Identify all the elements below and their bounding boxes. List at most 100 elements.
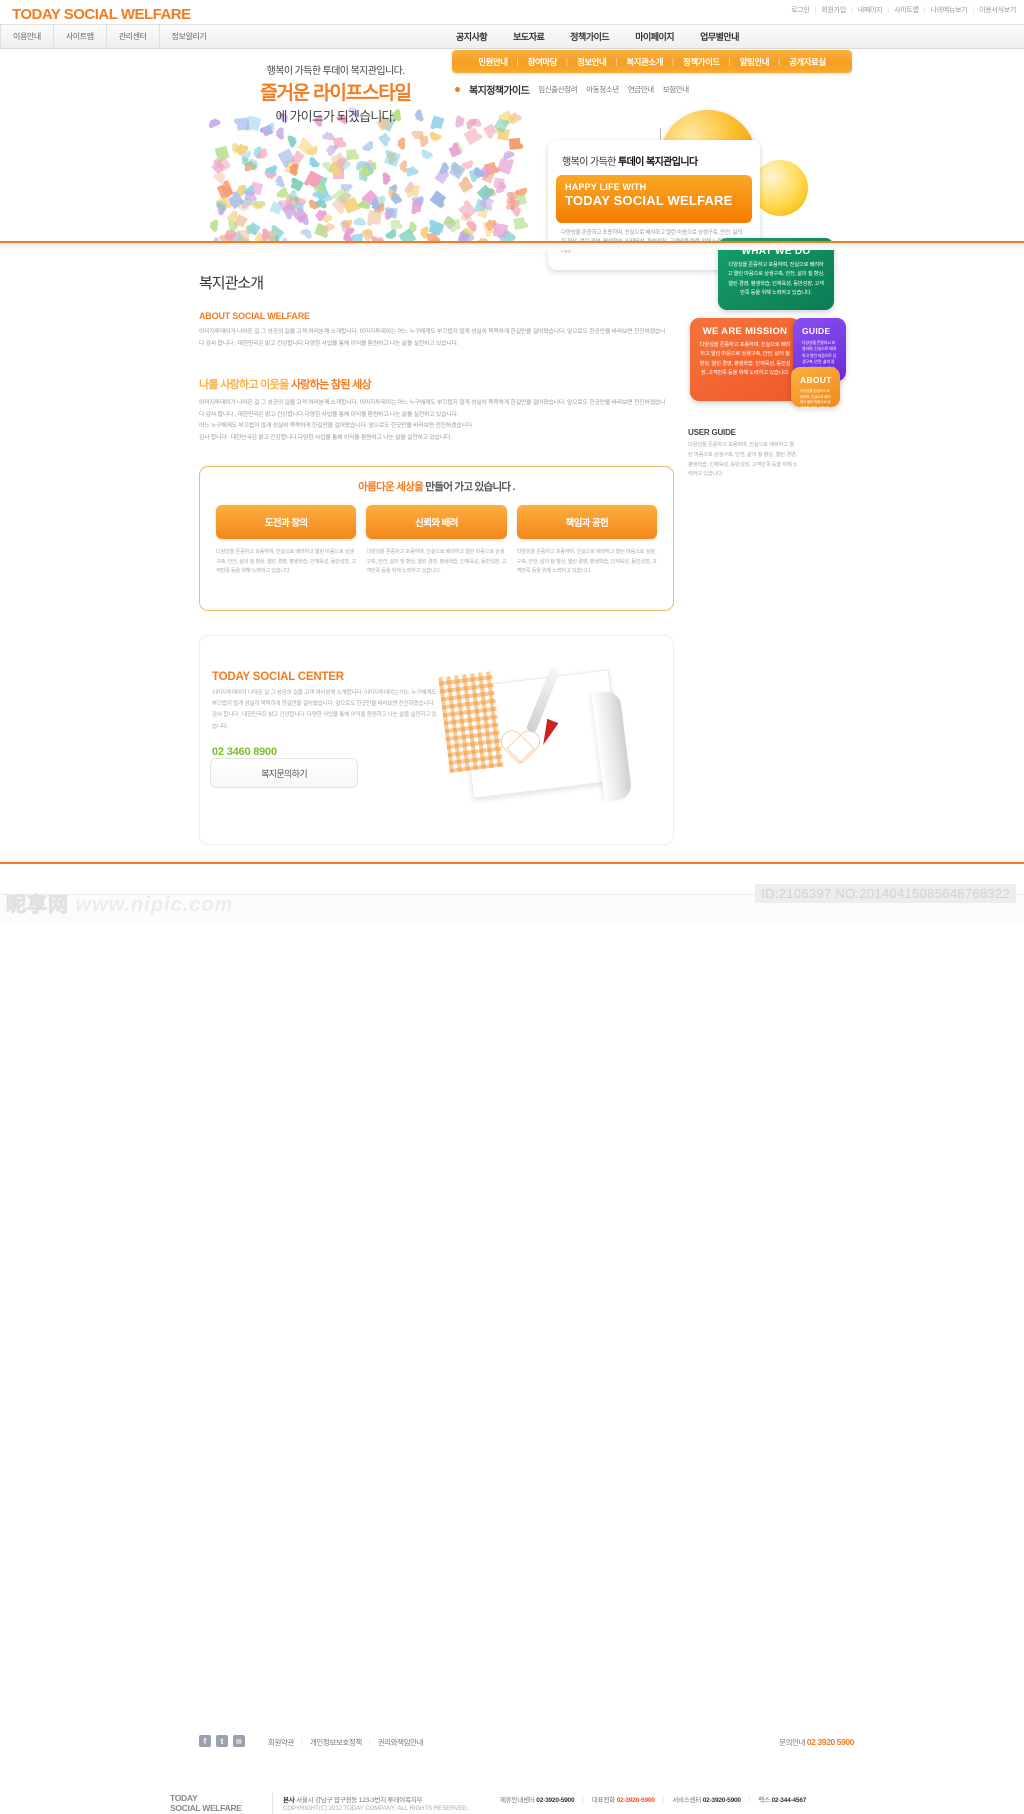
footer-info-separator: | [582,1795,584,1803]
heart-icon [455,116,465,126]
center-body: 이미지투데이가 나아온 길 그 성공의 길을 고객 여러분께 소개합니다. 이미… [212,690,437,730]
third-nav-item-3[interactable]: 보험안내 [663,84,689,95]
main-nav-item-4[interactable]: 업무별안내 [700,30,739,43]
values-title-bold: 아름다운 세상을 [358,481,424,493]
main-nav-item-0[interactable]: 공지사항 [456,30,488,43]
utility-link-5[interactable]: 이용서식보기 [979,5,1016,15]
heart-icon [228,212,236,220]
hero-line-1: 행복이 가득한 투데이 복지관입니다. [266,66,405,77]
values-title-rest: 만들어 가고 있습니다 . [423,481,515,493]
footer-info-item-1: 대표전화 02-3920-5900 [592,1794,655,1804]
third-nav-current[interactable]: 복지정책가이드 [469,82,530,97]
footer-info-label: 대표전화 [591,1797,617,1804]
sub-nav-item-5[interactable]: 알림안내 [740,56,770,68]
youtube-icon[interactable]: ▤ [233,1735,245,1747]
third-nav-item-2[interactable]: 연금안내 [628,84,654,95]
heart-icon [493,177,506,189]
section-heading-world: 나를 사랑하고 이웃을 사랑하는 참된 세상 [199,376,669,392]
inquiry-button[interactable]: 복지문의하기 [210,758,358,788]
heart-icon [493,223,508,239]
footer-info-value: 02-3920-5900 [536,1797,575,1804]
hero-card-orange-block: HAPPY LIFE WITH TODAY SOCIAL WELFARE [556,175,752,223]
social-icons: f t ▤ [199,1735,245,1747]
heart-icon [212,119,219,127]
heart-icon [253,201,259,207]
heart-icon [309,158,318,167]
main-nav-item-3[interactable]: 마이페이지 [635,30,674,43]
main-nav-item-2[interactable]: 정책가이드 [570,30,609,43]
hearts-illustration [150,109,550,242]
value-button-trust[interactable]: 신뢰와 배려 [366,505,507,539]
secondary-nav-item-0[interactable]: 이용안내 [0,25,54,48]
facebook-icon[interactable]: f [199,1735,211,1747]
promo-box-about[interactable]: ABOUT 다양성을 존중하고 포용하며, 진실으로 배려하고 열린 마음으로 … [791,367,840,415]
heart-icon [304,232,310,238]
utility-separator: | [923,6,926,14]
sub-nav-item-1[interactable]: 참여마당 [528,56,558,68]
value-desc: 다양성을 존중하고 포용하며, 진실으로 배려하고 열린 마음으로 상생구축, … [366,549,507,575]
heart-icon [386,229,397,240]
value-button-responsibility[interactable]: 책임과 공헌 [516,505,657,539]
footer-logo-line2: SOCIAL WELFARE [170,1802,242,1813]
heart-icon [267,166,275,174]
sub-nav-item-2[interactable]: 정보안내 [577,56,607,68]
utility-link-2[interactable]: 내페이지 [858,5,883,15]
footer-info-item-0: 제휴안내센터 02-3920-5900 [500,1794,575,1804]
heart-icon [226,233,234,241]
sub-nav-item-4[interactable]: 정책가이드 [683,56,720,68]
heart-icon [257,149,268,159]
heart-icon [326,134,333,140]
paper-curl [591,690,633,802]
secondary-nav-item-1[interactable]: 사이트맵 [54,25,107,48]
footer-address-label: 본사 [283,1797,295,1804]
footer-info-item-3: 팩스 02-344-4567 [758,1794,806,1804]
sub-nav-separator: | [565,57,568,66]
value-desc: 다양성을 존중하고 포용하며, 진실으로 배려하고 열린 마음으로 상생구축, … [216,549,356,575]
utility-link-3[interactable]: 사이트맵 [894,5,919,15]
heart-icon [377,132,391,146]
user-guide-body: 다양성을 존중하고 포용하며, 진실으로 배려하고 열린 마음으로 상생구축, … [688,442,798,478]
promo-box-body: 다양성을 존중하고 포용하며, 진실으로 배려하고 열린 마음으로 상생구축, … [727,262,825,296]
twitter-icon[interactable]: t [216,1735,228,1747]
heart-icon [391,219,401,230]
footer-link-2[interactable]: 권리와책임안내 [378,1737,424,1748]
footer-address: 본사 서울시 강남구 압구정동 123-3번지 투데이복지부 [283,1794,422,1804]
main-nav-item-1[interactable]: 보도자료 [513,30,545,43]
secondary-nav-item-3[interactable]: 정보알리기 [160,25,219,48]
heart-icon [289,166,298,174]
utility-link-1[interactable]: 회원가입 [821,5,846,15]
footer-info-label: 서비스센터 [672,1797,703,1804]
value-button-challenge[interactable]: 도전과 창의 [216,505,357,539]
footer-info-row: 제휴안내센터 02-3920-5900 | 대표전화 02-3920-5900 | 서비… [500,1794,806,1805]
section-body-about: 이미지투데이가 나아온 길 그 성공의 길을 고객 여러분께 소개합니다. 이미… [199,329,666,347]
footer-link-0[interactable]: 회원약관 [268,1737,294,1748]
heart-icon [405,165,417,177]
heart-icon [264,125,272,132]
utility-link-4[interactable]: 나의메뉴보기 [930,5,967,15]
user-guide-block: USER GUIDE 다양성을 존중하고 포용하며, 진실으로 배려하고 열린 … [688,428,798,480]
section-heading-about: ABOUT SOCIAL WELFARE [199,311,310,321]
heart-icon [399,140,406,147]
third-nav-item-0[interactable]: 임신출산장려 [538,84,577,95]
footer-info-separator: | [662,1795,665,1803]
footer-info-value: 02-344-4567 [771,1797,807,1804]
utility-separator: | [850,6,853,14]
secondary-nav-item-2[interactable]: 관리센터 [107,25,160,48]
third-nav: 복지정책가이드 임신출산장려 아동청소년 연금안내 보험안내 [455,82,689,97]
promo-box-body: 다양성을 존중하고 포용하며, 진실으로 배려하고 열린 마음으로 상생구축, … [800,389,831,416]
footer-link-1[interactable]: 개인정보보호정책 [310,1737,362,1748]
footer-address-value: 서울시 강남구 압구정동 123-3번지 투데이복지부 [296,1797,423,1804]
third-nav-item-1[interactable]: 아동청소년 [586,84,619,95]
utility-link-0[interactable]: 로그인 [791,5,810,15]
heart-icon [407,184,421,197]
heart-icon [464,233,471,240]
promo-box-we-are-mission[interactable]: WE ARE MISSION 다양성을 존중하고 포용하며, 진실으로 배려하고… [690,318,800,401]
sub-nav-item-3[interactable]: 복지관소개 [626,56,663,68]
sub-nav-item-6[interactable]: 공개자료실 [789,56,826,68]
values-button-row: 도전과 창의 신뢰와 배려 책임과 공헌 [216,505,657,539]
site-brand[interactable]: TODAY SOCIAL WELFARE [12,6,191,23]
footer-info-item-2: 서비스센터 02-3920-5900 [672,1794,741,1804]
values-card-title: 아름다운 세상을 만들어 가고 있습니다 . [216,479,657,494]
sub-nav-item-0[interactable]: 민원안내 [478,56,508,68]
heart-icon [434,169,449,185]
